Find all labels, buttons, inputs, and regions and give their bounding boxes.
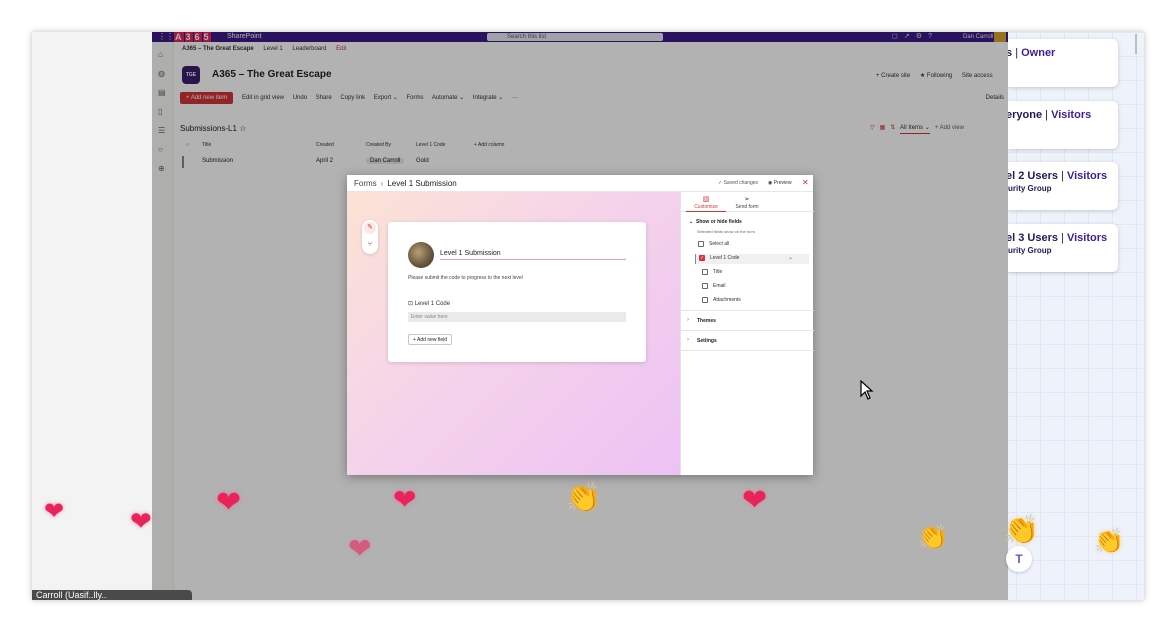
option-label: Select all <box>709 241 730 247</box>
option-label: Level 1 Code <box>710 255 740 261</box>
checkbox-icon <box>702 282 708 289</box>
heart-reaction-icon: ❤ <box>742 484 768 517</box>
customize-panel: ▧ Customize ➢ Send form ⌄ Show or hide fie… <box>680 192 814 475</box>
role-card-role: Owner <box>1021 47 1056 59</box>
chevron-down-icon: ⌄ <box>689 219 694 225</box>
checkbox-icon <box>702 268 708 275</box>
select-all-checkbox[interactable]: Select all <box>698 240 729 250</box>
branching-icon[interactable]: ⑂ <box>364 239 376 251</box>
chevron-right-icon: › <box>687 317 689 323</box>
role-card-subtitle: urity Group <box>1008 246 1052 255</box>
attachments-checkbox[interactable]: Attachments <box>702 296 741 306</box>
chevron-right-icon: › <box>380 179 384 188</box>
role-card-role: Visitors <box>1066 170 1108 182</box>
scrollbar-thumb[interactable] <box>1135 34 1137 54</box>
show-hide-fields-header[interactable]: ⌄ Show or hide fields <box>689 219 742 225</box>
mouse-cursor-icon <box>860 380 874 400</box>
teams-icon[interactable]: T <box>1006 546 1032 572</box>
field-label[interactable]: ⊡ Level 1 Code <box>408 300 450 307</box>
checkbox-icon <box>702 296 708 303</box>
heart-reaction-icon: ❤ <box>44 498 65 525</box>
tab-label: Customize <box>694 204 718 210</box>
tab-label: Send form <box>735 204 759 210</box>
breadcrumb: Forms › Level 1 Submission <box>354 179 457 188</box>
tab-send-form[interactable]: ➢ Send form <box>727 195 767 210</box>
role-card-role: Visitors <box>1051 109 1092 121</box>
heart-reaction-icon: ❤ <box>216 486 242 519</box>
option-label: Email <box>713 283 726 289</box>
clap-reaction-icon: 👏 <box>1004 514 1039 545</box>
breadcrumb-forms[interactable]: Forms <box>354 179 377 188</box>
heart-reaction-icon: ❤ <box>393 484 417 515</box>
clap-reaction-icon: 👏 <box>918 524 948 551</box>
heart-reaction-icon: ❤ <box>348 533 372 564</box>
level-code-input[interactable]: Enter value here <box>408 312 626 322</box>
role-card-subtitle: urity Group <box>1008 184 1052 193</box>
section-title: Show or hide fields <box>695 219 742 225</box>
add-new-field-button[interactable]: + Add new field <box>408 334 453 345</box>
form-canvas: ✎ ⑂ Level 1 Submission Please submit the… <box>347 192 680 475</box>
chevron-down-icon[interactable]: ⌄ <box>788 254 793 262</box>
breadcrumb-current: Level 1 Submission <box>387 179 457 188</box>
preview-label: Preview <box>773 180 792 186</box>
form-title-input[interactable]: Level 1 Submission <box>440 250 626 260</box>
form-description[interactable]: Please submit the code to progress to th… <box>408 275 523 281</box>
tab-customize[interactable]: ▧ Customize <box>686 195 726 212</box>
role-card-text: eryone <box>1008 109 1043 121</box>
paintbrush-icon[interactable]: ✎ <box>364 222 376 234</box>
section-label: Settings <box>697 338 717 344</box>
paint-icon: ▧ <box>702 196 710 203</box>
option-label: Attachments <box>713 297 741 303</box>
meeting-stage: s | Owner eryone | Visitors el 2 Users |… <box>0 0 1176 632</box>
chevron-right-icon: › <box>687 337 689 343</box>
canvas-toolbar: ✎ ⑂ <box>362 220 378 254</box>
dialog-header: Forms › Level 1 Submission ✓ Saved changes… <box>347 175 813 192</box>
role-card-owner[interactable]: s | Owner <box>1008 39 1118 87</box>
role-card-text: el 3 Users <box>1008 232 1058 244</box>
section-divider <box>681 350 814 351</box>
clap-reaction-icon: 👏 <box>566 482 601 513</box>
send-icon: ➢ <box>744 196 750 203</box>
text-field-icon: ⊡ <box>408 301 414 307</box>
panel-tabs: ▧ Customize ➢ Send form <box>681 192 814 212</box>
checkbox-icon <box>698 240 704 247</box>
role-card-role: Visitors <box>1066 232 1108 244</box>
role-card-everyone[interactable]: eryone | Visitors <box>1008 101 1118 149</box>
option-label: Title <box>713 269 723 275</box>
participant-caption: Carroll (Uasif..lly.. <box>32 590 192 600</box>
themes-section[interactable]: › Themes <box>681 310 814 330</box>
title-checkbox[interactable]: Title <box>702 268 722 278</box>
level1-code-checkbox[interactable]: ✓ Level 1 Code ⌄ <box>695 254 809 264</box>
field-label-text: Level 1 Code <box>414 301 451 307</box>
eye-icon: ◉ <box>768 180 773 186</box>
close-icon[interactable]: ✕ <box>802 178 809 187</box>
forms-dialog: Forms › Level 1 Submission ✓ Saved changes… <box>347 175 814 475</box>
preview-button[interactable]: ◉ Preview <box>768 180 792 186</box>
form-header-image[interactable] <box>408 242 434 268</box>
heart-reaction-icon: ❤ <box>130 506 152 536</box>
role-card-level2[interactable]: el 2 Users | Visitors urity Group <box>1008 162 1118 210</box>
clap-reaction-icon: 👏 <box>1094 528 1124 555</box>
checkmark-icon: ✓ <box>699 254 705 261</box>
settings-section[interactable]: › Settings <box>681 330 814 350</box>
saved-status: ✓ Saved changes <box>718 180 759 186</box>
section-label: Themes <box>697 318 716 324</box>
email-checkbox[interactable]: Email <box>702 282 726 292</box>
fields-subtitle: Selected fields show on the form <box>697 229 755 234</box>
role-card-level3[interactable]: el 3 Users | Visitors urity Group <box>1008 224 1118 272</box>
form-card: Level 1 Submission Please submit the cod… <box>388 222 646 362</box>
role-card-text: s <box>1008 47 1013 59</box>
role-card-text: el 2 Users <box>1008 170 1058 182</box>
